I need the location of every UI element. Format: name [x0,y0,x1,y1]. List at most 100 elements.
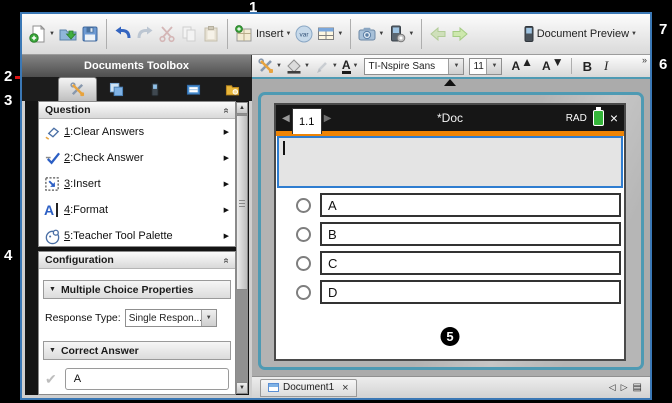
document-preview-button[interactable]: Document Preview ▼ [522,19,639,49]
multiple-choice-properties-section[interactable]: ▼ Multiple Choice Properties [43,280,231,299]
menu-item-insert[interactable]: 3:Insert ▶ [39,171,235,197]
layout-table-icon [317,25,335,43]
answer-radio[interactable] [296,256,311,271]
tab-utilities-folder[interactable] [213,77,252,101]
tab-document-tools[interactable] [58,77,97,101]
answer-field[interactable]: A [320,193,621,217]
answer-field[interactable]: D [320,280,621,304]
close-tab-icon[interactable]: × [342,382,348,394]
toolbar-separator [350,19,351,49]
scroll-down-button[interactable]: ▼ [236,382,248,394]
collapse-icon[interactable]: « [221,257,232,263]
cut-button[interactable] [156,19,178,49]
undo-button[interactable] [112,19,134,49]
copy-button[interactable] [178,19,200,49]
redo-button[interactable] [134,19,156,49]
redo-icon [136,25,154,43]
question-text-input[interactable] [277,136,623,188]
menu-item-clear-answers[interactable]: 1:Clear Answers ▶ [39,119,235,145]
page-tab[interactable]: 1.1 [292,108,322,134]
new-document-icon [29,25,47,43]
answer-field[interactable]: B [320,222,621,246]
variables-button[interactable]: var [293,19,315,49]
toolbar-separator [421,19,422,49]
document-tab-label: Document1 [283,382,334,393]
toolbar-overflow-icon[interactable]: » [642,55,647,65]
scroll-up-button[interactable]: ▲ [236,102,248,114]
menu-item-label: 4:Format [64,204,108,216]
section-title: Correct Answer [61,345,139,357]
answer-field[interactable]: C [320,251,621,275]
main-area: Question « 1:Clear Answers ▶ 2:Check Ans… [22,77,650,398]
svg-text:var: var [300,32,310,39]
collapse-icon[interactable]: « [221,107,232,113]
menu-item-label: 3:Insert [64,178,101,190]
tab-list-icon[interactable]: ▤ [633,382,642,393]
menu-item-teacher-tool-palette[interactable]: 5:Teacher Tool Palette ▶ [39,223,235,249]
tools-caret-icon: ▼ [276,63,282,69]
response-type-select[interactable]: Single Respon... ▼ [125,309,217,327]
toolbox-scrollbar[interactable]: ▲ ▼ [236,102,248,394]
scrollbar-thumb[interactable] [236,115,248,290]
tab-page-sorter[interactable] [97,77,136,101]
menu-item-check-answer[interactable]: 2:Check Answer ▶ [39,145,235,171]
next-tab-icon[interactable]: ▷ [621,382,628,393]
insert-label: Insert [256,28,284,40]
content-explorer-icon [186,82,201,97]
text-color-icon: A [342,59,351,74]
handheld-setup-button[interactable]: ▼ [386,19,416,49]
save-document-button[interactable] [79,19,101,49]
response-type-value: Single Respon... [126,313,201,324]
page-header-status: RAD × [566,110,618,126]
document-tab[interactable]: Document1 × [260,379,357,397]
answer-radio[interactable] [296,227,311,242]
correct-answer-field[interactable]: A [65,368,229,390]
correct-answer-row: ✔ A [45,368,229,390]
correct-answer-section[interactable]: ▼ Correct Answer [43,341,231,360]
font-size-caret-icon: ▼ [486,59,501,74]
page-header: ◀ 1.1 ▶ *Doc RAD × [276,105,624,131]
fill-caret-icon: ▼ [304,63,310,69]
new-document-button[interactable]: ▼ [27,19,57,49]
tools-icon [70,82,85,97]
folder-search-icon [225,82,240,97]
tab-content-explorer[interactable] [174,77,213,101]
toolbox-content: Question « 1:Clear Answers ▶ 2:Check Ans… [22,101,252,398]
new-document-caret-icon: ▼ [49,31,55,37]
paint-bucket-icon [286,58,302,74]
font-size-select[interactable]: 11 ▼ [469,58,502,75]
forward-button[interactable] [449,19,471,49]
paste-icon [202,25,220,43]
check-answer-icon [44,150,64,167]
callout-6: 6 [659,57,667,73]
handheld-preview-icon [524,26,534,42]
close-document-icon[interactable]: × [610,111,618,125]
back-button[interactable] [427,19,449,49]
section-expand-icon: ▼ [49,347,56,354]
paste-button[interactable] [200,19,222,49]
callout-3: 3 [4,93,12,109]
italic-button[interactable]: I [604,58,608,74]
insert-button[interactable]: Insert ▼ [233,19,293,49]
save-icon [81,25,99,43]
font-family-value: TI-Nspire Sans [365,61,448,72]
font-family-select[interactable]: TI-Nspire Sans ▼ [364,58,464,75]
page-layout-button[interactable]: ▼ [315,19,345,49]
tab-handheld[interactable] [136,77,175,101]
bold-button[interactable]: B [583,59,592,74]
menu-item-format[interactable]: A 4:Format ▶ [39,197,235,223]
decrease-font-arrow-icon: ▼ [552,55,564,69]
open-document-button[interactable] [57,19,79,49]
main-toolbar: ▼ [22,14,650,55]
handheld-icon [148,82,162,97]
prev-tab-icon[interactable]: ◁ [609,382,616,393]
insert-caret-icon: ▼ [285,31,291,37]
section-title: Multiple Choice Properties [61,284,193,296]
handheld-preview-frame: ◀ 1.1 ▶ *Doc RAD × [258,92,644,370]
question-panel-title: Question [45,104,91,116]
answer-radio[interactable] [296,285,311,300]
pen-icon [314,58,330,74]
screen-capture-button[interactable]: ▼ [356,19,386,49]
documents-toolbox-header: Documents Toolbox [22,55,252,77]
answer-radio[interactable] [296,198,311,213]
